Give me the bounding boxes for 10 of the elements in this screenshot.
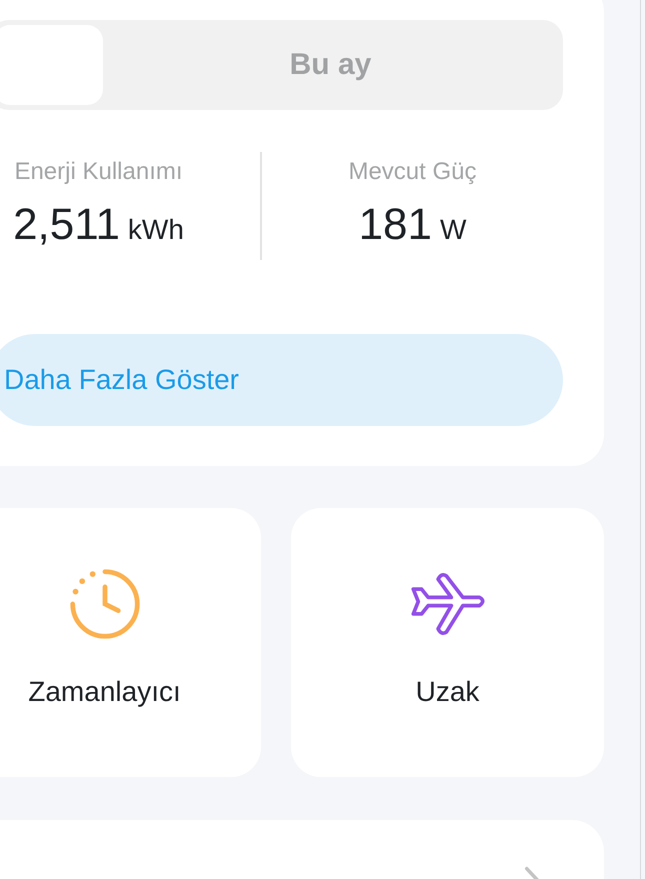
- tile-label: Uzak: [416, 676, 480, 708]
- mode-tile[interactable]: Uzak: [291, 508, 604, 777]
- stat-label: Mevcut Güç: [348, 158, 477, 186]
- stat-unit: kWh: [128, 214, 184, 246]
- stat-value: 181: [358, 200, 432, 250]
- stat-value: 2,511: [13, 200, 120, 250]
- tile-label: Zamanlayıcı: [28, 676, 181, 708]
- stat-label: Enerji Kullanımı: [14, 158, 183, 186]
- stat-unit: W: [440, 214, 466, 246]
- mode-tile[interactable]: Zamanlayıcı: [0, 508, 261, 777]
